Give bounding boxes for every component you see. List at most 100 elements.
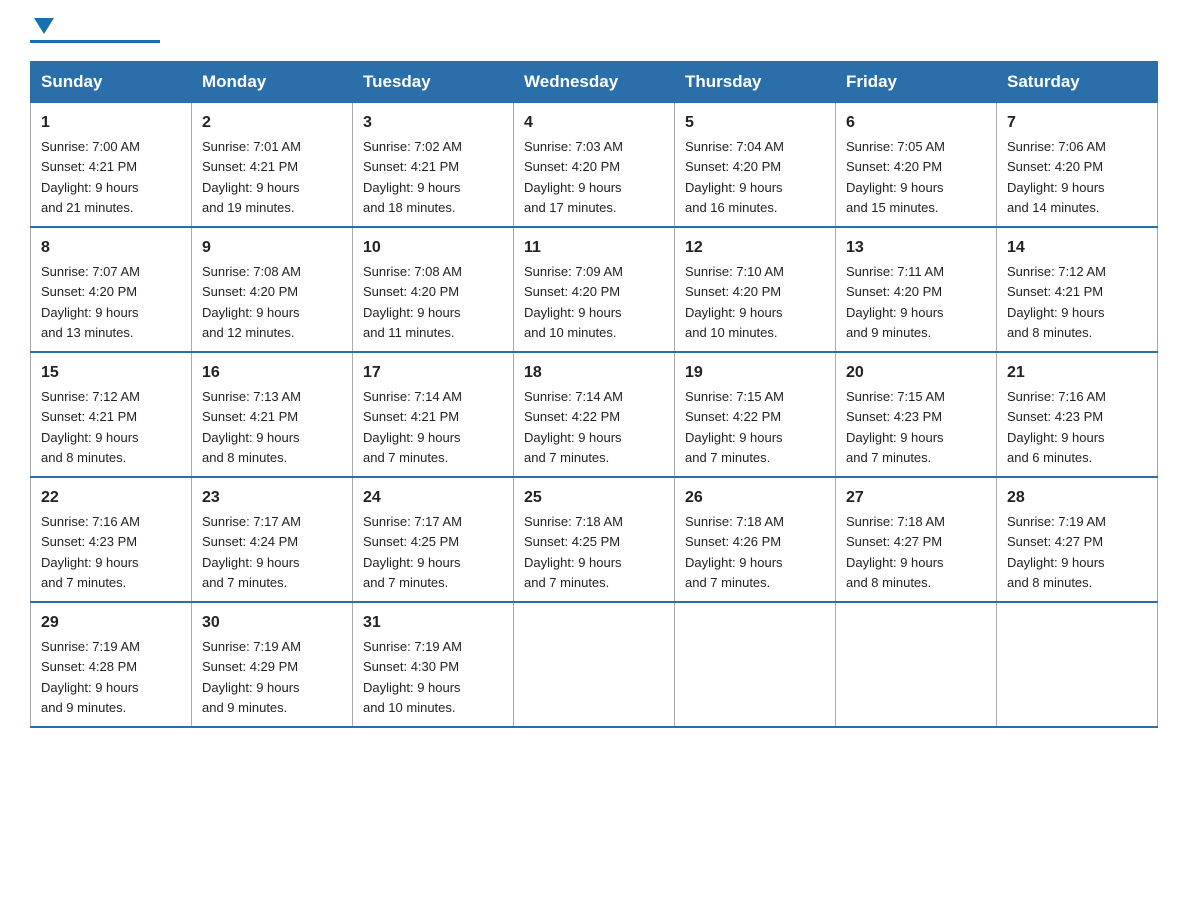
calendar-cell: 17 Sunrise: 7:14 AMSunset: 4:21 PMDaylig… [353, 352, 514, 477]
day-info: Sunrise: 7:19 AMSunset: 4:28 PMDaylight:… [41, 639, 140, 715]
calendar-cell: 14 Sunrise: 7:12 AMSunset: 4:21 PMDaylig… [997, 227, 1158, 352]
day-info: Sunrise: 7:17 AMSunset: 4:25 PMDaylight:… [363, 514, 462, 590]
day-info: Sunrise: 7:07 AMSunset: 4:20 PMDaylight:… [41, 264, 140, 340]
calendar-week-row: 22 Sunrise: 7:16 AMSunset: 4:23 PMDaylig… [31, 477, 1158, 602]
header-wednesday: Wednesday [514, 62, 675, 103]
day-info: Sunrise: 7:18 AMSunset: 4:26 PMDaylight:… [685, 514, 784, 590]
day-info: Sunrise: 7:19 AMSunset: 4:30 PMDaylight:… [363, 639, 462, 715]
day-info: Sunrise: 7:06 AMSunset: 4:20 PMDaylight:… [1007, 139, 1106, 215]
calendar-cell [514, 602, 675, 727]
calendar-cell: 3 Sunrise: 7:02 AMSunset: 4:21 PMDayligh… [353, 103, 514, 228]
day-number: 22 [41, 486, 181, 510]
day-number: 4 [524, 111, 664, 135]
day-number: 13 [846, 236, 986, 260]
calendar-cell: 29 Sunrise: 7:19 AMSunset: 4:28 PMDaylig… [31, 602, 192, 727]
calendar-cell: 23 Sunrise: 7:17 AMSunset: 4:24 PMDaylig… [192, 477, 353, 602]
day-info: Sunrise: 7:00 AMSunset: 4:21 PMDaylight:… [41, 139, 140, 215]
calendar-cell: 10 Sunrise: 7:08 AMSunset: 4:20 PMDaylig… [353, 227, 514, 352]
day-number: 29 [41, 611, 181, 635]
day-number: 17 [363, 361, 503, 385]
day-info: Sunrise: 7:02 AMSunset: 4:21 PMDaylight:… [363, 139, 462, 215]
day-number: 7 [1007, 111, 1147, 135]
day-info: Sunrise: 7:11 AMSunset: 4:20 PMDaylight:… [846, 264, 944, 340]
day-number: 25 [524, 486, 664, 510]
day-info: Sunrise: 7:14 AMSunset: 4:22 PMDaylight:… [524, 389, 623, 465]
calendar-cell [675, 602, 836, 727]
day-info: Sunrise: 7:16 AMSunset: 4:23 PMDaylight:… [1007, 389, 1106, 465]
logo-triangle-icon [34, 18, 54, 34]
calendar-cell: 6 Sunrise: 7:05 AMSunset: 4:20 PMDayligh… [836, 103, 997, 228]
day-info: Sunrise: 7:19 AMSunset: 4:27 PMDaylight:… [1007, 514, 1106, 590]
calendar-week-row: 1 Sunrise: 7:00 AMSunset: 4:21 PMDayligh… [31, 103, 1158, 228]
calendar-cell: 13 Sunrise: 7:11 AMSunset: 4:20 PMDaylig… [836, 227, 997, 352]
calendar-cell: 16 Sunrise: 7:13 AMSunset: 4:21 PMDaylig… [192, 352, 353, 477]
calendar-cell: 26 Sunrise: 7:18 AMSunset: 4:26 PMDaylig… [675, 477, 836, 602]
day-number: 6 [846, 111, 986, 135]
calendar-cell: 2 Sunrise: 7:01 AMSunset: 4:21 PMDayligh… [192, 103, 353, 228]
day-number: 20 [846, 361, 986, 385]
day-number: 12 [685, 236, 825, 260]
day-info: Sunrise: 7:09 AMSunset: 4:20 PMDaylight:… [524, 264, 623, 340]
day-number: 27 [846, 486, 986, 510]
day-number: 23 [202, 486, 342, 510]
day-info: Sunrise: 7:08 AMSunset: 4:20 PMDaylight:… [202, 264, 301, 340]
calendar-cell: 31 Sunrise: 7:19 AMSunset: 4:30 PMDaylig… [353, 602, 514, 727]
day-number: 16 [202, 361, 342, 385]
header-friday: Friday [836, 62, 997, 103]
day-number: 14 [1007, 236, 1147, 260]
day-info: Sunrise: 7:15 AMSunset: 4:22 PMDaylight:… [685, 389, 784, 465]
calendar-cell: 12 Sunrise: 7:10 AMSunset: 4:20 PMDaylig… [675, 227, 836, 352]
calendar-table: SundayMondayTuesdayWednesdayThursdayFrid… [30, 61, 1158, 728]
day-info: Sunrise: 7:19 AMSunset: 4:29 PMDaylight:… [202, 639, 301, 715]
day-info: Sunrise: 7:17 AMSunset: 4:24 PMDaylight:… [202, 514, 301, 590]
calendar-cell: 9 Sunrise: 7:08 AMSunset: 4:20 PMDayligh… [192, 227, 353, 352]
logo-underline [30, 40, 160, 43]
day-info: Sunrise: 7:14 AMSunset: 4:21 PMDaylight:… [363, 389, 462, 465]
calendar-cell: 5 Sunrise: 7:04 AMSunset: 4:20 PMDayligh… [675, 103, 836, 228]
calendar-cell: 8 Sunrise: 7:07 AMSunset: 4:20 PMDayligh… [31, 227, 192, 352]
calendar-cell: 27 Sunrise: 7:18 AMSunset: 4:27 PMDaylig… [836, 477, 997, 602]
header-tuesday: Tuesday [353, 62, 514, 103]
day-info: Sunrise: 7:04 AMSunset: 4:20 PMDaylight:… [685, 139, 784, 215]
calendar-cell: 19 Sunrise: 7:15 AMSunset: 4:22 PMDaylig… [675, 352, 836, 477]
calendar-week-row: 15 Sunrise: 7:12 AMSunset: 4:21 PMDaylig… [31, 352, 1158, 477]
day-number: 26 [685, 486, 825, 510]
calendar-cell [836, 602, 997, 727]
day-info: Sunrise: 7:13 AMSunset: 4:21 PMDaylight:… [202, 389, 301, 465]
day-number: 1 [41, 111, 181, 135]
day-info: Sunrise: 7:03 AMSunset: 4:20 PMDaylight:… [524, 139, 623, 215]
header-monday: Monday [192, 62, 353, 103]
day-number: 19 [685, 361, 825, 385]
header-thursday: Thursday [675, 62, 836, 103]
calendar-cell: 7 Sunrise: 7:06 AMSunset: 4:20 PMDayligh… [997, 103, 1158, 228]
calendar-cell: 22 Sunrise: 7:16 AMSunset: 4:23 PMDaylig… [31, 477, 192, 602]
day-number: 31 [363, 611, 503, 635]
day-number: 30 [202, 611, 342, 635]
calendar-cell: 28 Sunrise: 7:19 AMSunset: 4:27 PMDaylig… [997, 477, 1158, 602]
calendar-cell: 1 Sunrise: 7:00 AMSunset: 4:21 PMDayligh… [31, 103, 192, 228]
day-info: Sunrise: 7:16 AMSunset: 4:23 PMDaylight:… [41, 514, 140, 590]
calendar-cell: 25 Sunrise: 7:18 AMSunset: 4:25 PMDaylig… [514, 477, 675, 602]
calendar-cell: 20 Sunrise: 7:15 AMSunset: 4:23 PMDaylig… [836, 352, 997, 477]
calendar-cell: 30 Sunrise: 7:19 AMSunset: 4:29 PMDaylig… [192, 602, 353, 727]
calendar-week-row: 8 Sunrise: 7:07 AMSunset: 4:20 PMDayligh… [31, 227, 1158, 352]
day-number: 15 [41, 361, 181, 385]
day-number: 18 [524, 361, 664, 385]
calendar-cell: 18 Sunrise: 7:14 AMSunset: 4:22 PMDaylig… [514, 352, 675, 477]
logo [30, 20, 160, 43]
day-info: Sunrise: 7:10 AMSunset: 4:20 PMDaylight:… [685, 264, 784, 340]
day-number: 9 [202, 236, 342, 260]
day-number: 10 [363, 236, 503, 260]
header-sunday: Sunday [31, 62, 192, 103]
day-number: 11 [524, 236, 664, 260]
day-info: Sunrise: 7:12 AMSunset: 4:21 PMDaylight:… [1007, 264, 1106, 340]
day-number: 2 [202, 111, 342, 135]
day-number: 8 [41, 236, 181, 260]
calendar-cell: 15 Sunrise: 7:12 AMSunset: 4:21 PMDaylig… [31, 352, 192, 477]
day-info: Sunrise: 7:08 AMSunset: 4:20 PMDaylight:… [363, 264, 462, 340]
day-number: 21 [1007, 361, 1147, 385]
calendar-cell: 24 Sunrise: 7:17 AMSunset: 4:25 PMDaylig… [353, 477, 514, 602]
day-number: 5 [685, 111, 825, 135]
day-info: Sunrise: 7:18 AMSunset: 4:25 PMDaylight:… [524, 514, 623, 590]
day-number: 3 [363, 111, 503, 135]
